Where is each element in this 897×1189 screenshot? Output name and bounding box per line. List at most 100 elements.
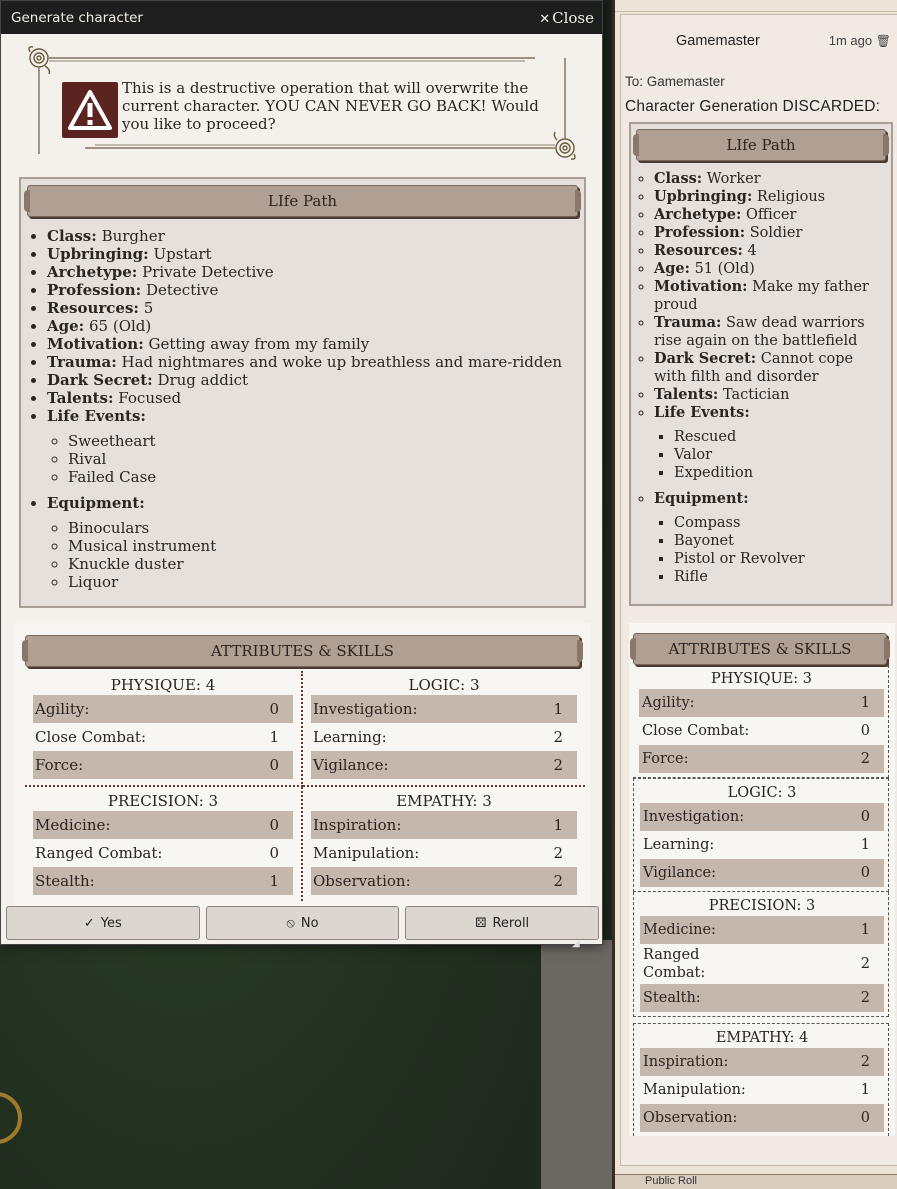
skill-row: Stealth: 1 [33,867,293,895]
lifepath-item: Class: Worker [654,170,886,188]
life-event-item: Expedition [674,464,886,482]
lifepath-item: Resources: 4 [654,242,886,260]
canvas-panel-edge [541,940,612,1189]
skill-row: Ranged Combat: 2 [643,947,870,981]
attribute-title: PRECISION: 3 [107,792,219,810]
dice-icon: ⚄ [475,915,487,931]
check-icon: ✓ [83,915,95,931]
equipment: Equipment: Compass Bayonet Pistol or Rev… [654,490,886,586]
lifepath-item: Talents: Focused [47,389,578,407]
attribute-title: EMPATHY: 4 [715,1030,809,1046]
yes-button[interactable]: ✓ Yes [6,906,200,940]
attribute-group-precision: PRECISION: 3 Medicine: 1 Ranged Combat: 2 … [633,892,889,1017]
skill-row: Stealth: 2 [640,984,884,1012]
lifepath-item: Resources: 5 [47,299,578,317]
skill-row: Close Combat: 1 [35,728,279,746]
lifepath-item: Profession: Detective [47,281,578,299]
lifepath-item: Age: 51 (Old) [654,260,886,278]
close-icon: ✕ [539,11,551,27]
skill-row: Agility: 0 [33,695,293,723]
skill-row: Investigation: 1 [311,695,577,723]
no-button[interactable]: ⦸ No [205,906,400,940]
attribute-title: EMPATHY: 3 [396,792,492,810]
chat-lifepath-title: LIfe Path [633,129,889,161]
skill-row: Close Combat: 0 [642,723,870,739]
close-button[interactable]: ✕ Close [539,9,594,27]
attribute-group-physique: PHYSIQUE: 4 Agility: 0 Close Combat: 1 For… [25,671,303,787]
skill-row: Medicine: 0 [33,811,293,839]
skill-row: Learning: 2 [313,728,563,746]
life-event-item: Failed Case [68,468,578,486]
message-recipient: To: Gamemaster [625,74,725,89]
lifepath-item: Upbringing: Upstart [47,245,578,263]
equipment-item: Binoculars [68,519,578,537]
attribute-group-logic: LOGIC: 3 Investigation: 1 Learning: 2 Vigi… [303,671,585,787]
trash-icon[interactable]: 🗑 [876,34,891,48]
lifepath-item: Motivation: Getting away from my family [47,335,578,353]
chat-attributes-panel: ATTRIBUTES & SKILLS PHYSIQUE: 3 Agility:… [629,623,895,1136]
equipment-item: Pistol or Revolver [674,550,886,568]
lifepath-panel: LIfe Path Class: Burgher Upbringing: Ups… [19,177,586,608]
warning-icon [62,82,118,138]
chat-lifepath-list: Class: Worker Upbringing: Religious Arch… [654,170,886,586]
message-heading: Character Generation DISCARDED: [625,98,881,115]
ban-icon: ⦸ [286,915,295,931]
equipment-item: Knuckle duster [68,555,578,573]
skill-row: Inspiration: 1 [311,811,577,839]
message-header: Gamemaster 1m ago 🗑 [621,15,897,49]
roll-mode-label: Public Roll [645,1175,697,1187]
attribute-title: PRECISION: 3 [708,898,816,914]
lifepath-item: Trauma: Saw dead warriors rise again on … [654,314,886,350]
attribute-group-empathy: EMPATHY: 4 Inspiration: 2 Manipulation: 1 … [633,1023,889,1136]
life-event-item: Sweetheart [68,432,578,450]
skill-row: Observation: 0 [640,1104,884,1132]
warning-text: This is a destructive operation that wil… [122,79,539,133]
reroll-button[interactable]: ⚄ Reroll [405,906,600,940]
chat-lifepath-panel: LIfe Path Class: Worker Upbringing: Reli… [629,122,893,606]
generate-character-dialog: Generate character ✕ Close This is a des… [0,0,603,945]
lifepath-item: Class: Burgher [47,227,578,245]
skill-row: Vigilance: 2 [311,751,577,779]
attribute-title: LOGIC: 3 [408,676,480,694]
dialog-title: Generate character [11,9,143,26]
life-event-item: Rescued [674,428,886,446]
equipment: Equipment: Binoculars Musical instrument… [47,494,578,591]
attributes-panel: ATTRIBUTES & SKILLS PHYSIQUE: 4 Agility:… [15,623,590,911]
attribute-group-physique: PHYSIQUE: 3 Agility: 1 Close Combat: 0 For… [633,665,889,778]
close-label: Close [552,8,594,27]
equipment-item: Rifle [674,568,886,586]
message-timestamp: 1m ago 🗑 [828,33,891,48]
attribute-group-empathy: EMPATHY: 3 Inspiration: 1 Manipulation: 2 … [303,787,585,901]
equipment-item: Musical instrument [68,537,578,555]
skill-row: Observation: 2 [311,867,577,895]
lifepath-item: Archetype: Officer [654,206,886,224]
skill-row: Vigilance: 0 [640,859,884,887]
roll-mode-bar[interactable]: Public Roll [615,1174,897,1189]
equipment-item: Compass [674,514,886,532]
life-events: Life Events: Rescued Valor Expedition [654,404,886,482]
skill-row: Manipulation: 2 [313,844,563,862]
lifepath-item: Dark Secret: Drug addict [47,371,578,389]
lifepath-item: Trauma: Had nightmares and woke up breat… [47,353,578,371]
attribute-title: LOGIC: 3 [727,785,797,801]
warning-box: This is a destructive operation that wil… [25,44,584,162]
chat-message: Gamemaster 1m ago 🗑 To: Gamemaster Chara… [620,14,897,1166]
attribute-group-logic: LOGIC: 3 Investigation: 0 Learning: 1 Vigi… [633,778,889,892]
dialog-header[interactable]: Generate character ✕ Close [1,1,602,34]
resize-handle-icon[interactable]: ◢ [572,938,588,950]
equipment-item: Liquor [68,573,578,591]
message-sender: Gamemaster [676,33,760,49]
previous-message-edge [615,0,897,12]
lifepath-title: LIfe Path [24,185,581,217]
life-event-item: Rival [68,450,578,468]
life-events: Life Events: Sweetheart Rival Failed Cas… [47,407,578,486]
equipment-item: Bayonet [674,532,886,550]
skill-row: Learning: 1 [643,837,870,853]
lifepath-item: Dark Secret: Cannot cope with filth and … [654,350,886,386]
skill-row: Force: 2 [639,745,884,773]
lifepath-item: Age: 65 (Old) [47,317,578,335]
lifepath-item: Archetype: Private Detective [47,263,578,281]
dialog-actions: ✓ Yes ⦸ No ⚄ Reroll [6,906,600,940]
skill-row: Inspiration: 2 [640,1048,884,1076]
life-event-item: Valor [674,446,886,464]
